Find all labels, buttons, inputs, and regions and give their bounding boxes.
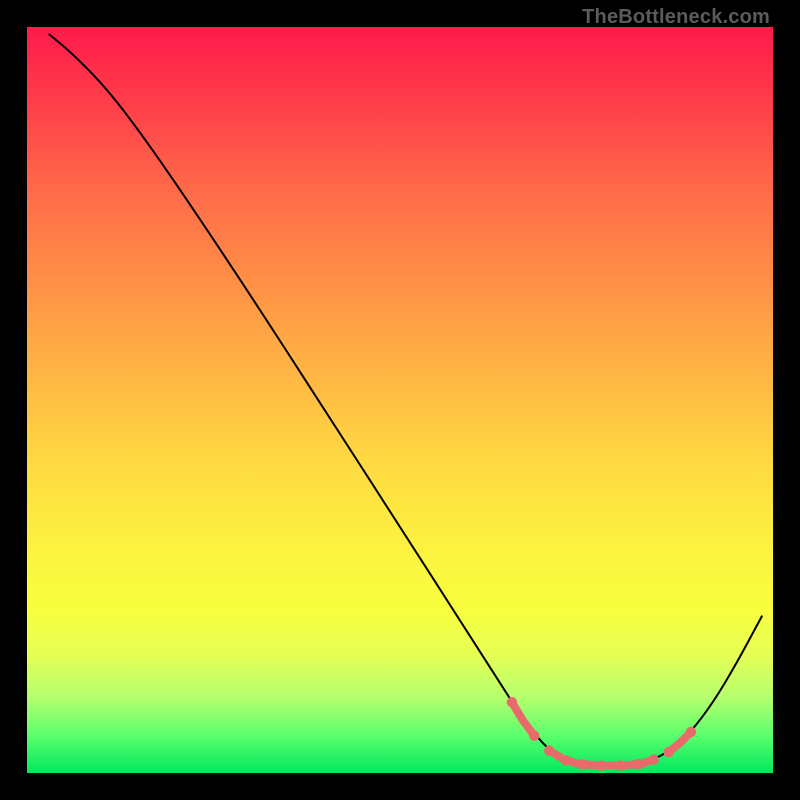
accent-dot [634, 759, 644, 769]
accent-dot [529, 731, 539, 741]
accent-dot [507, 697, 517, 707]
attribution-text: TheBottleneck.com [582, 6, 770, 29]
accent-dot [686, 727, 696, 737]
accent-dot [648, 754, 658, 764]
accent-dot [578, 759, 588, 769]
chart-svg [27, 27, 773, 773]
accent-dot [615, 760, 625, 770]
chart-frame: TheBottleneck.com [0, 0, 800, 800]
bottleneck-curve [49, 34, 761, 765]
accent-segment [512, 702, 534, 736]
plot-area [27, 27, 773, 773]
accent-dot [663, 747, 673, 757]
accent-dot [560, 755, 570, 765]
accent-markers [507, 697, 696, 771]
accent-dot [544, 745, 554, 755]
accent-dot [596, 760, 606, 770]
